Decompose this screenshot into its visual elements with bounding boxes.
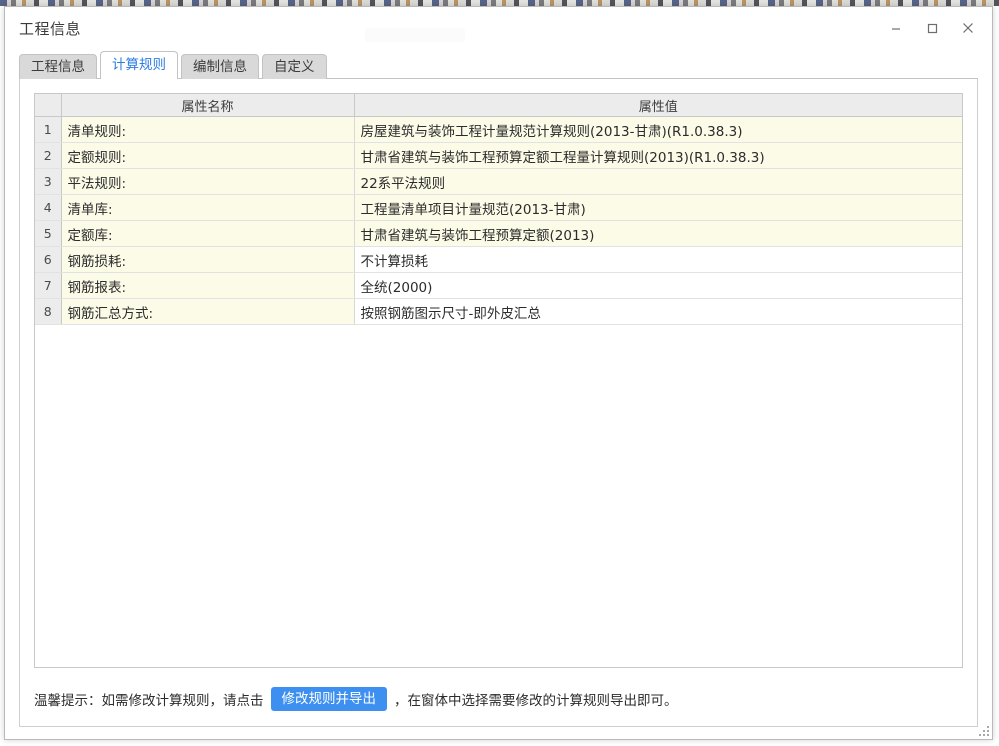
table-row[interactable]: 1 清单规则: 房屋建筑与装饰工程计量规范计算规则(2013-甘肃)(R1.0.38… [35, 116, 962, 143]
table-row[interactable]: 3 平法规则: 22系平法规则 [35, 168, 962, 195]
close-button[interactable] [950, 13, 986, 43]
filler-cell-num [35, 324, 62, 325]
row-number-cell[interactable]: 6 [35, 246, 62, 273]
property-value-cell[interactable]: 房屋建筑与装饰工程计量规范计算规则(2013-甘肃)(R1.0.38.3) [354, 116, 962, 143]
table-row[interactable]: 6 钢筋损耗: 不计算损耗 [35, 246, 962, 273]
maximize-icon [927, 23, 938, 34]
dialog-title: 工程信息 [19, 20, 82, 38]
maximize-button[interactable] [914, 13, 950, 43]
property-name-cell[interactable]: 钢筋损耗: [61, 246, 355, 273]
table-row[interactable]: 4 清单库: 工程量清单项目计量规范(2013-甘肃) [35, 194, 962, 221]
row-number-cell[interactable]: 8 [35, 298, 62, 325]
tab-2[interactable]: 编制信息 [181, 54, 259, 79]
filler-cell-value [354, 324, 962, 325]
filler-cell-name [61, 324, 354, 325]
tab-content-panel: 属性名称 属性值 1 清单规则: 房屋建筑与装饰工程计量规范计算规则(2013-甘肃… [19, 79, 978, 727]
tip-bar: 温馨提示：如需修改计算规则，请点击 修改规则并导出 ，在窗体中选择需要修改的计算… [34, 682, 963, 716]
property-name-cell[interactable]: 钢筋汇总方式: [61, 298, 355, 325]
row-number-cell[interactable]: 1 [35, 116, 62, 143]
table-row[interactable]: 2 定额规则: 甘肃省建筑与装饰工程预算定额工程量计算规则(2013)(R1.0.3… [35, 142, 962, 169]
property-name-cell[interactable]: 平法规则: [61, 168, 355, 195]
titlebar-watermark [365, 28, 465, 42]
property-name-cell[interactable]: 定额库: [61, 220, 355, 247]
tab-3[interactable]: 自定义 [262, 54, 327, 79]
tab-strip: 工程信息 计算规则 编制信息 自定义 [5, 49, 992, 80]
column-header-property-name[interactable]: 属性名称 [61, 94, 355, 117]
window-controls [878, 13, 986, 43]
table-row[interactable]: 5 定额库: 甘肃省建筑与装饰工程预算定额(2013) [35, 220, 962, 247]
property-value-cell[interactable]: 全统(2000) [354, 272, 962, 299]
table-row[interactable]: 8 钢筋汇总方式: 按照钢筋图示尺寸-即外皮汇总 [35, 298, 962, 325]
tip-suffix-text: ，在窗体中选择需要修改的计算规则导出即可。 [394, 693, 678, 709]
row-number-cell[interactable]: 2 [35, 142, 62, 169]
minimize-icon [892, 28, 900, 30]
close-icon [963, 23, 973, 33]
property-name-cell[interactable]: 定额规则: [61, 142, 355, 169]
property-name-cell[interactable]: 清单库: [61, 194, 355, 221]
modify-rules-and-export-button[interactable]: 修改规则并导出 [270, 686, 387, 712]
property-name-cell[interactable]: 清单规则: [61, 116, 355, 143]
property-value-cell[interactable]: 工程量清单项目计量规范(2013-甘肃) [354, 194, 962, 221]
column-header-rownum[interactable] [35, 94, 62, 117]
row-number-cell[interactable]: 3 [35, 168, 62, 195]
tab-1[interactable]: 计算规则 [100, 51, 178, 80]
resize-grip[interactable] [977, 724, 989, 736]
row-number-cell[interactable]: 4 [35, 194, 62, 221]
property-value-cell[interactable]: 不计算损耗 [354, 246, 962, 273]
property-value-cell[interactable]: 按照钢筋图示尺寸-即外皮汇总 [354, 298, 962, 325]
property-value-cell[interactable]: 甘肃省建筑与装饰工程预算定额工程量计算规则(2013)(R1.0.38.3) [354, 142, 962, 169]
table-header-row: 属性名称 属性值 [35, 94, 962, 117]
column-header-property-value[interactable]: 属性值 [354, 94, 962, 117]
table-row[interactable]: 7 钢筋报表: 全统(2000) [35, 272, 962, 299]
property-value-cell[interactable]: 22系平法规则 [354, 168, 962, 195]
row-number-cell[interactable]: 5 [35, 220, 62, 247]
properties-table-body: 1 清单规则: 房屋建筑与装饰工程计量规范计算规则(2013-甘肃)(R1.0.38… [35, 116, 962, 325]
tab-0[interactable]: 工程信息 [19, 54, 97, 79]
property-name-cell[interactable]: 钢筋报表: [61, 272, 355, 299]
properties-table-container[interactable]: 属性名称 属性值 1 清单规则: 房屋建筑与装饰工程计量规范计算规则(2013-甘肃… [34, 93, 963, 668]
tip-prefix-text: 温馨提示：如需修改计算规则，请点击 [34, 693, 264, 709]
project-info-dialog: 工程信息 工程信息 计算规则 编制信息 自定义 属性名称 属性值 1 清单规则:… [4, 6, 993, 740]
property-value-cell[interactable]: 甘肃省建筑与装饰工程预算定额(2013) [354, 220, 962, 247]
tab-list: 工程信息 计算规则 编制信息 自定义 [19, 51, 330, 80]
row-number-cell[interactable]: 7 [35, 272, 62, 299]
dialog-titlebar: 工程信息 [5, 7, 992, 49]
table-filler-row [35, 324, 962, 325]
properties-table: 属性名称 属性值 1 清单规则: 房屋建筑与装饰工程计量规范计算规则(2013-甘肃… [35, 94, 962, 325]
minimize-button[interactable] [878, 13, 914, 43]
